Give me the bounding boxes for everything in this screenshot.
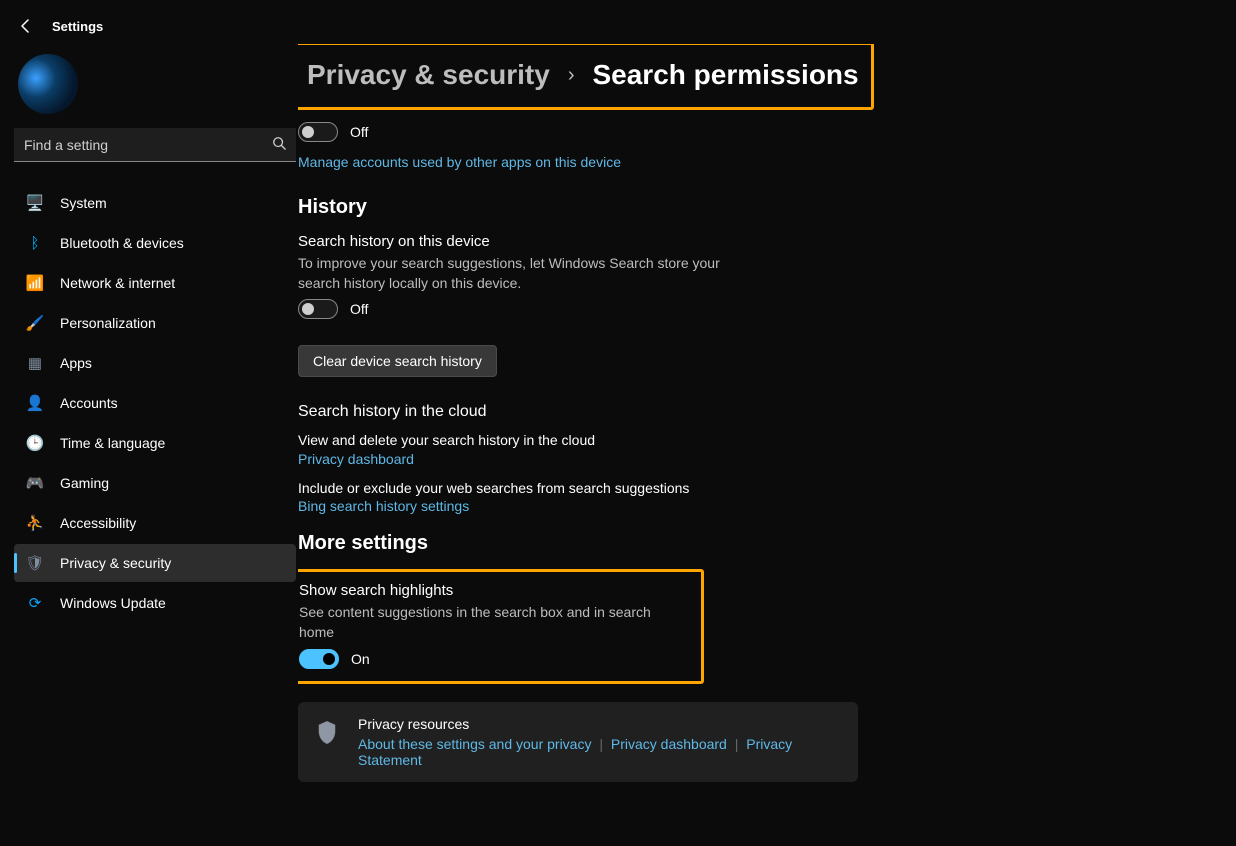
history-cloud-title: Search history in the cloud: [298, 403, 1196, 421]
sidebar: 🖥️ System ᛒ Bluetooth & devices 📶 Network &…: [0, 48, 310, 846]
breadcrumb-highlight: Privacy & security › Search permissions: [298, 44, 874, 110]
clock-icon: 🕒: [26, 434, 44, 452]
sidebar-item-time-language[interactable]: 🕒 Time & language: [14, 424, 296, 462]
sidebar-item-personalization[interactable]: 🖌️ Personalization: [14, 304, 296, 342]
person-icon: 👤: [26, 394, 44, 412]
manage-accounts-link[interactable]: Manage accounts used by other apps on th…: [298, 154, 621, 170]
history-cloud-view-delete: View and delete your search history in t…: [298, 431, 738, 451]
sidebar-item-label: Network & internet: [60, 275, 175, 291]
gamepad-icon: 🎮: [26, 474, 44, 492]
account-toggle-state: Off: [350, 124, 368, 140]
app-title: Settings: [52, 19, 103, 34]
sidebar-item-label: Bluetooth & devices: [60, 235, 184, 251]
search-input[interactable]: [24, 137, 272, 153]
nav-list: 🖥️ System ᛒ Bluetooth & devices 📶 Network &…: [14, 184, 296, 622]
chevron-right-icon: ›: [568, 64, 575, 87]
privacy-dashboard-footer-link[interactable]: Privacy dashboard: [611, 736, 727, 752]
search-highlights-toggle-state: On: [351, 651, 370, 667]
privacy-dashboard-link[interactable]: Privacy dashboard: [298, 451, 414, 467]
search-highlights-title: Show search highlights: [299, 582, 689, 599]
sidebar-item-system[interactable]: 🖥️ System: [14, 184, 296, 222]
privacy-resources-links: About these settings and your privacy | …: [358, 736, 840, 768]
sidebar-item-privacy-security[interactable]: 🛡 Privacy & security: [14, 544, 296, 582]
sidebar-item-label: Personalization: [60, 315, 156, 331]
sidebar-item-label: Privacy & security: [60, 555, 171, 571]
update-icon: ⟳: [26, 594, 44, 612]
accessibility-icon: ⛹: [26, 514, 44, 532]
main-content: Privacy & security › Search permissions …: [298, 44, 1196, 846]
wifi-icon: 📶: [26, 274, 44, 292]
privacy-resources-card: Privacy resources About these settings a…: [298, 702, 858, 782]
account-toggle-row: Off: [298, 122, 1196, 142]
more-settings-heading: More settings: [298, 532, 1196, 555]
search-highlights-desc: See content suggestions in the search bo…: [299, 603, 689, 642]
bing-history-link[interactable]: Bing search history settings: [298, 498, 469, 514]
bluetooth-icon: ᛒ: [26, 235, 44, 252]
sidebar-item-label: Accounts: [60, 395, 118, 411]
sidebar-item-gaming[interactable]: 🎮 Gaming: [14, 464, 296, 502]
sidebar-item-apps[interactable]: ▦ Apps: [14, 344, 296, 382]
clear-history-button[interactable]: Clear device search history: [298, 345, 497, 377]
sidebar-item-network[interactable]: 📶 Network & internet: [14, 264, 296, 302]
history-device-toggle-state: Off: [350, 301, 368, 317]
about-privacy-link[interactable]: About these settings and your privacy: [358, 736, 591, 752]
history-device-desc: To improve your search suggestions, let …: [298, 254, 738, 293]
page-title: Search permissions: [592, 59, 858, 91]
search-highlights-highlight: Show search highlights See content sugge…: [298, 569, 704, 683]
sidebar-item-label: Accessibility: [60, 515, 136, 531]
search-highlights-toggle[interactable]: [299, 649, 339, 669]
account-toggle[interactable]: [298, 122, 338, 142]
shield-icon: 🛡: [26, 554, 44, 572]
history-device-title: Search history on this device: [298, 233, 1196, 250]
sidebar-item-accessibility[interactable]: ⛹ Accessibility: [14, 504, 296, 542]
apps-icon: ▦: [26, 354, 44, 372]
arrow-left-icon: [18, 18, 34, 34]
sidebar-item-label: System: [60, 195, 107, 211]
shield-icon: [316, 720, 338, 749]
sidebar-item-label: Gaming: [60, 475, 109, 491]
sidebar-item-bluetooth[interactable]: ᛒ Bluetooth & devices: [14, 224, 296, 262]
breadcrumb-parent[interactable]: Privacy & security: [307, 59, 550, 91]
history-heading: History: [298, 196, 1196, 219]
monitor-icon: 🖥️: [26, 194, 44, 212]
search-icon: [272, 136, 286, 153]
search-box[interactable]: [14, 128, 296, 162]
sidebar-item-label: Time & language: [60, 435, 165, 451]
sidebar-item-label: Windows Update: [60, 595, 166, 611]
privacy-resources-title: Privacy resources: [358, 716, 840, 732]
back-button[interactable]: [16, 16, 36, 36]
brush-icon: 🖌️: [26, 314, 44, 332]
avatar[interactable]: [18, 54, 78, 114]
sidebar-item-label: Apps: [60, 355, 92, 371]
history-cloud-include-exclude: Include or exclude your web searches fro…: [298, 479, 738, 499]
sidebar-item-windows-update[interactable]: ⟳ Windows Update: [14, 584, 296, 622]
history-device-toggle[interactable]: [298, 299, 338, 319]
sidebar-item-accounts[interactable]: 👤 Accounts: [14, 384, 296, 422]
breadcrumb: Privacy & security › Search permissions: [303, 51, 863, 101]
